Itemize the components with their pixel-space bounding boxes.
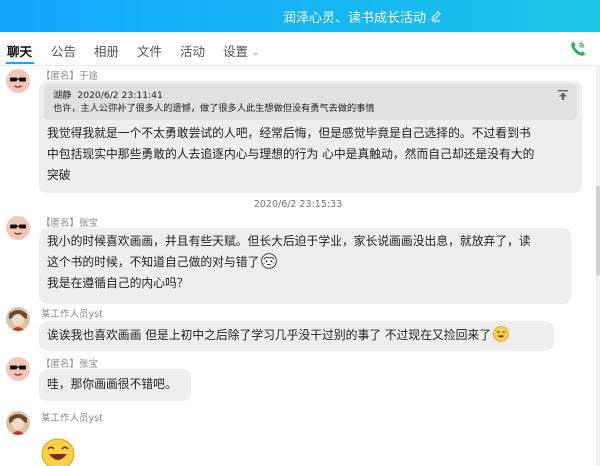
- sunglasses-avatar[interactable]: [6, 69, 30, 93]
- tab-bar: 聊天 公告 相册 文件 活动 设置 ⌄: [0, 32, 600, 66]
- group-title[interactable]: 润泽心灵、读书成长活动: [283, 6, 442, 26]
- sender-name: 某工作人员yst: [41, 413, 103, 424]
- quote-time: 2020/6/2 23:11:41: [77, 90, 163, 101]
- message-line: 我小的时候喜欢画画，并且有些天赋。但长大后迫于学业，家长说画画没出息，就放弃了，…: [47, 234, 531, 248]
- active-tab-indicator: [6, 62, 34, 64]
- smile-emoji: [493, 326, 509, 342]
- tab-settings-label: 设置: [223, 44, 249, 59]
- chat-scrollbar[interactable]: [596, 66, 600, 466]
- tab-files[interactable]: 文件: [137, 41, 162, 60]
- jump-to-quote-icon[interactable]: [557, 89, 569, 101]
- message-bubble[interactable]: 诶诶我也喜欢画画 但是上初中之后除了学习几乎没干过别的事了 不过现在又捡回来了: [39, 321, 554, 351]
- message-line: 我是在遵循自己的内心吗？: [47, 276, 189, 290]
- message-bubble[interactable]: 我小的时候喜欢画画，并且有些天赋。但长大后迫于学业，家长说画画没出息，就放弃了，…: [39, 228, 571, 304]
- scrollbar-thumb[interactable]: [596, 186, 600, 276]
- message-bubble[interactable]: 哇，那你画画很不错吧。: [39, 369, 191, 401]
- message-bubble[interactable]: 湖静 2020/6/2 23:11:41 也许，主人公弥补了很多人的遗憾，做了很多…: [39, 81, 582, 193]
- quote-author: 湖静: [53, 90, 72, 101]
- sender-name: 【匿名】张宝: [41, 218, 99, 229]
- sunglasses-avatar[interactable]: [6, 357, 30, 381]
- photo-avatar[interactable]: [6, 307, 30, 331]
- sender-name: 【匿名】张宝: [41, 359, 99, 370]
- quote-text: 也许，主人公弥补了很多人的遗憾，做了很多人此生想做但没有勇气去做的事情: [53, 103, 375, 114]
- phone-icon[interactable]: [569, 40, 587, 58]
- sender-name: 某工作人员yst: [41, 309, 103, 320]
- tab-chat[interactable]: 聊天: [7, 41, 32, 60]
- tab-album[interactable]: 相册: [94, 41, 119, 60]
- photo-avatar[interactable]: [6, 411, 30, 435]
- message-line: 哇，那你画画很不错吧。: [47, 377, 177, 391]
- grin-emoji[interactable]: [40, 436, 76, 466]
- message-line: 中包括现实中那些勇敢的人去追逐内心与理想的行为 心中是真触动，然而自己却还是没有…: [47, 147, 535, 161]
- tab-announcement[interactable]: 公告: [51, 41, 76, 60]
- chat-area[interactable]: 【匿名】于途 湖静 2020/6/2 23:11:41 也许，主人公弥补了很多人的…: [0, 66, 596, 466]
- message-line: 我觉得我就是一个不太勇敢尝试的人吧，经常后悔，但是感觉毕竟是自己选择的。不过看到…: [47, 126, 531, 140]
- pencil-icon[interactable]: [430, 10, 442, 22]
- message-line-with-emoji: 这个书的时候，不知道自己做的对与错了: [47, 252, 563, 273]
- group-title-text: 润泽心灵、读书成长活动: [283, 10, 427, 26]
- quoted-message[interactable]: 湖静 2020/6/2 23:11:41 也许，主人公弥补了很多人的遗憾，做了很多…: [44, 84, 577, 120]
- message-line: 诶诶我也喜欢画画 但是上初中之后除了学习几乎没干过别的事了 不过现在又捡回来了: [47, 328, 491, 342]
- thinking-emoji: [261, 253, 278, 269]
- message-line: 这个书的时候，不知道自己做的对与错了: [47, 255, 260, 269]
- quote-header: 湖静 2020/6/2 23:11:41: [53, 89, 547, 102]
- tab-settings[interactable]: 设置 ⌄: [223, 41, 260, 60]
- title-bar: 润泽心灵、读书成长活动: [0, 0, 600, 32]
- chevron-down-icon: ⌄: [252, 48, 260, 58]
- tab-activity[interactable]: 活动: [180, 41, 205, 60]
- sender-name: 【匿名】于途: [41, 71, 99, 82]
- chat-timestamp: 2020/6/2 23:15:33: [253, 199, 343, 210]
- sunglasses-avatar[interactable]: [6, 216, 30, 240]
- message-line: 突破: [47, 168, 71, 182]
